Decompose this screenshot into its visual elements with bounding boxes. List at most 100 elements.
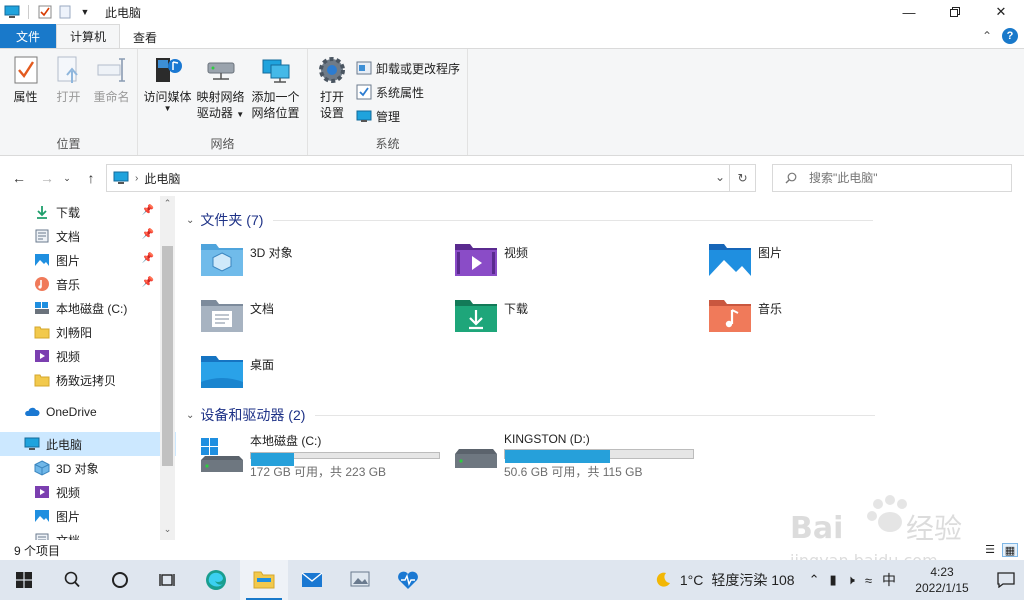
- folder-pictures[interactable]: 图片: [708, 240, 948, 284]
- drive-usage-fill: [505, 450, 611, 463]
- new-folder-qat-icon[interactable]: [57, 4, 73, 20]
- network-group-label: 网络: [210, 137, 235, 151]
- forward-button[interactable]: →: [36, 167, 58, 189]
- folder-documents[interactable]: 文档: [200, 296, 440, 340]
- pin-icon: 📌: [141, 205, 154, 216]
- nav-item-documents[interactable]: 文档 📌: [0, 224, 176, 248]
- desktop-folder-icon: [201, 356, 243, 388]
- cortana-circle-icon: [112, 572, 128, 588]
- show-hidden-icons-chevron-icon[interactable]: ⌃: [809, 572, 820, 588]
- nav-item-this-pc[interactable]: 此电脑: [0, 432, 176, 456]
- large-icons-view-icon[interactable]: ▦: [1002, 543, 1018, 557]
- ime-indicator[interactable]: 中: [882, 570, 896, 590]
- 3d-objects-folder-icon: [201, 244, 243, 276]
- folder-3d-objects[interactable]: 3D 对象: [200, 240, 440, 284]
- collapse-chevron-icon[interactable]: ⌄: [186, 215, 194, 226]
- drive-d[interactable]: KINGSTON (D:) 50.6 GB 可用，共 115 GB: [454, 432, 704, 480]
- scrollbar-thumb[interactable]: [162, 246, 173, 466]
- image-viewer-icon: [350, 571, 370, 587]
- system-properties-button[interactable]: 系统属性: [356, 83, 460, 101]
- nav-item-folder-liu[interactable]: 刘畅阳: [0, 320, 176, 344]
- nav-item-local-disk-c[interactable]: 本地磁盘 (C:): [0, 296, 176, 320]
- collapse-chevron-icon[interactable]: ⌄: [186, 410, 194, 421]
- notification-center-button[interactable]: [988, 572, 1024, 588]
- nav-item-pc-pictures[interactable]: 图片: [0, 504, 176, 528]
- folder-videos[interactable]: 视频: [454, 240, 694, 284]
- pictures-folder-icon: [709, 244, 751, 276]
- folder-icon: [34, 374, 50, 387]
- nav-item-label: 3D 对象: [56, 461, 99, 476]
- window-title: 此电脑: [105, 5, 142, 20]
- taskbar-search-button[interactable]: [48, 560, 96, 600]
- taskbar-mail[interactable]: [288, 560, 336, 600]
- nav-item-downloads[interactable]: 下载 📌: [0, 200, 176, 224]
- title-bar: ▼ 此电脑 — ✕: [0, 0, 1024, 24]
- nav-item-music[interactable]: 音乐 📌: [0, 272, 176, 296]
- start-button[interactable]: [0, 560, 48, 600]
- tab-view[interactable]: 查看: [120, 26, 170, 48]
- nav-item-3d-objects[interactable]: 3D 对象: [0, 456, 176, 480]
- battery-icon[interactable]: ▮: [830, 572, 837, 588]
- network-wifi-icon[interactable]: ≈: [865, 573, 872, 588]
- help-icon[interactable]: ?: [1002, 28, 1018, 44]
- nav-item-pictures[interactable]: 图片 📌: [0, 248, 176, 272]
- volume-icon[interactable]: 🕨: [847, 572, 855, 588]
- refresh-icon[interactable]: ↻: [729, 164, 755, 192]
- minimize-button[interactable]: —: [886, 0, 932, 24]
- manage-button[interactable]: 管理: [356, 107, 460, 125]
- search-box[interactable]: [772, 164, 1012, 192]
- back-button[interactable]: ←: [8, 167, 30, 189]
- taskbar-health-app[interactable]: [384, 560, 432, 600]
- scroll-up-chevron-icon[interactable]: ⌃: [160, 198, 175, 212]
- tab-computer[interactable]: 计算机: [56, 24, 121, 48]
- nav-pane-scrollbar[interactable]: ⌃ ⌄: [160, 196, 175, 540]
- up-button[interactable]: ↑: [80, 167, 102, 189]
- nav-item-videos[interactable]: 视频: [0, 344, 176, 368]
- tab-file[interactable]: 文件: [0, 24, 56, 48]
- nav-item-onedrive[interactable]: OneDrive: [0, 400, 176, 424]
- clock[interactable]: 4:23 2022/1/15: [906, 564, 978, 596]
- search-input[interactable]: [809, 171, 999, 185]
- search-icon: [785, 172, 797, 184]
- cube-icon: [34, 460, 50, 476]
- task-view-button[interactable]: [144, 560, 192, 600]
- weather-widget[interactable]: 1°C 轻度污染 108: [654, 570, 795, 590]
- maximize-button[interactable]: [932, 0, 978, 24]
- pin-icon: 📌: [141, 277, 154, 288]
- drive-c[interactable]: 本地磁盘 (C:) 172 GB 可用，共 223 GB: [200, 432, 450, 480]
- recent-locations-chevron-icon[interactable]: ⌄: [60, 167, 74, 189]
- customize-qat-chevron-icon[interactable]: ▼: [77, 4, 93, 20]
- breadcrumb-chevron-icon[interactable]: ›: [135, 173, 138, 184]
- document-icon: [35, 533, 49, 540]
- nav-item-folder-yang[interactable]: 杨致远拷贝: [0, 368, 176, 392]
- details-view-icon[interactable]: ☰: [982, 543, 998, 557]
- folder-desktop[interactable]: 桌面: [200, 352, 440, 396]
- quick-access-toolbar: ▼: [0, 4, 93, 20]
- address-bar[interactable]: › 此电脑 ⌄ ↻: [106, 164, 756, 192]
- folder-music[interactable]: 音乐: [708, 296, 948, 340]
- address-history-chevron-icon[interactable]: ⌄: [715, 170, 725, 184]
- video-icon: [35, 350, 49, 362]
- chevron-down-icon: ▼: [163, 104, 172, 113]
- cortana-button[interactable]: [96, 560, 144, 600]
- breadcrumb[interactable]: 此电脑: [144, 170, 180, 187]
- nav-item-pc-videos[interactable]: 视频: [0, 480, 176, 504]
- properties-qat-icon[interactable]: [37, 4, 53, 20]
- scroll-down-chevron-icon[interactable]: ⌄: [160, 524, 175, 538]
- manage-label: 管理: [376, 109, 401, 124]
- heart-monitor-icon: [398, 571, 418, 589]
- folders-section-header[interactable]: ⌄ 文件夹 (7): [186, 210, 874, 230]
- folder-downloads[interactable]: 下载: [454, 296, 694, 340]
- drive-usage-fill: [251, 453, 295, 466]
- folder-icon: [34, 326, 50, 339]
- uninstall-program-button[interactable]: 卸载或更改程序: [356, 59, 460, 77]
- nav-item-pc-documents[interactable]: 文档: [0, 528, 176, 540]
- taskbar-edge[interactable]: [192, 560, 240, 600]
- status-bar: 9 个项目 ☰ ▦: [0, 540, 1024, 560]
- close-button[interactable]: ✕: [978, 0, 1024, 24]
- collapse-ribbon-chevron-icon[interactable]: ⌃: [982, 29, 992, 43]
- drives-section-header[interactable]: ⌄ 设备和驱动器 (2): [186, 405, 876, 425]
- taskbar-file-explorer[interactable]: [240, 560, 288, 600]
- download-icon: [37, 206, 47, 219]
- taskbar-image-viewer[interactable]: [336, 560, 384, 600]
